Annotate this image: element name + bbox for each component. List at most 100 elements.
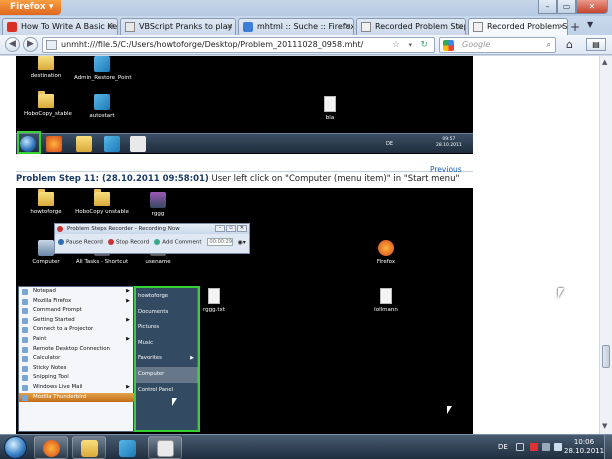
tab-close-icon[interactable]: ✕ xyxy=(226,19,233,34)
mouse-pointer-icon xyxy=(558,288,564,298)
tab-keylogger[interactable]: How To Write A Basic Keyl... ✕ xyxy=(2,18,118,35)
start-menu-item: Paint ▶ xyxy=(19,335,134,345)
windows-taskbar: DE 10:06 28.10.2011 xyxy=(0,434,612,459)
minimize-button[interactable]: – xyxy=(538,0,557,14)
folder-icon xyxy=(38,91,54,108)
recorder-icon xyxy=(157,440,174,457)
divider xyxy=(16,171,473,172)
url-text: unmht:///file.5/C:/Users/howtoforge/Desk… xyxy=(61,40,364,49)
start-button[interactable] xyxy=(4,436,27,459)
explorer-icon xyxy=(76,136,92,152)
desktop-icon: Admin_Restore_Point xyxy=(74,56,132,82)
start-menu-programs: Notepad ▶ Mozilla Firefox ▶ Command Prompt… xyxy=(19,287,134,403)
folder-icon xyxy=(38,189,54,206)
bookmark-star-icon[interactable]: ☆ xyxy=(392,38,400,52)
taskbar-clock[interactable]: 10:06 28.10.2011 xyxy=(564,438,604,456)
bookmarks-button[interactable]: ▤ xyxy=(586,38,606,51)
network-icon[interactable] xyxy=(542,443,550,451)
submenu-arrow-icon: ▶ xyxy=(126,383,130,390)
language-indicator[interactable]: DE xyxy=(498,443,508,451)
tab-close-icon[interactable]: ✕ xyxy=(344,19,351,34)
step-screenshot-previous: destination Admin_Restore_Point HoboCopy… xyxy=(16,56,473,154)
tab-close-icon[interactable]: ✕ xyxy=(558,19,565,34)
history-dropdown-icon[interactable]: ▾ xyxy=(408,38,412,52)
site-identity-icon[interactable] xyxy=(46,40,57,50)
language-indicator: DE xyxy=(386,141,394,147)
google-icon[interactable] xyxy=(443,40,454,51)
reload-icon[interactable]: ↻ xyxy=(420,38,428,52)
desktop-icon: howtoforge xyxy=(28,189,64,216)
mouse-cursor-icon xyxy=(172,398,177,406)
navigation-toolbar: ◀ ▶ unmht:///file.5/C:/Users/howtoforge/… xyxy=(0,35,612,55)
show-desktop-button[interactable] xyxy=(604,435,612,459)
home-icon[interactable]: ⌂ xyxy=(566,38,573,51)
start-menu-item: Getting Started ▶ xyxy=(19,316,134,326)
tab-vbscript[interactable]: VBScript Pranks to play on... ✕ xyxy=(120,18,236,35)
recorder-icon xyxy=(130,136,146,152)
taskbar-steps-recorder[interactable] xyxy=(148,436,182,459)
computer-icon xyxy=(38,240,54,256)
tab-label: Recorded Problem Steps xyxy=(487,22,568,31)
start-menu-item: Mozilla Firefox ▶ xyxy=(19,297,134,307)
tab-close-icon[interactable]: ✕ xyxy=(108,19,115,34)
recorder-toolbar: Pause Record Stop Record Add Comment 00:… xyxy=(55,234,249,250)
tab-label: VBScript Pranks to play on... xyxy=(139,22,235,31)
app-icon xyxy=(104,136,120,152)
recorder-titlebar: Problem Steps Recorder - Recording Now –… xyxy=(55,224,249,234)
page-icon xyxy=(125,22,135,32)
start-menu-item: Sticky Notes xyxy=(19,364,134,374)
search-icon[interactable]: ⌕ xyxy=(547,38,551,52)
clock-date: 28.10.2011 xyxy=(564,447,605,455)
app-icon xyxy=(119,440,136,457)
desktop-icon: HoboCopy unstable xyxy=(74,189,130,216)
step-text: User left click on "Computer (menu item)… xyxy=(211,174,460,184)
vertical-scrollbar[interactable]: ▲ ▼ xyxy=(599,56,612,434)
tab-mhtml-search[interactable]: mhtml :: Suche :: Firefox A... ✕ xyxy=(238,18,354,35)
stop-icon xyxy=(107,238,114,245)
desktop-icon: rggg xyxy=(140,192,176,218)
desktop-icon: destination xyxy=(28,56,64,80)
tab-label: mhtml :: Suche :: Firefox A... xyxy=(257,22,354,31)
volume-icon[interactable] xyxy=(554,443,562,451)
pause-icon xyxy=(58,238,64,245)
scroll-up-icon[interactable]: ▲ xyxy=(602,58,607,66)
forward-button[interactable]: ▶ xyxy=(23,37,38,52)
back-button[interactable]: ◀ xyxy=(5,37,20,52)
addon-icon xyxy=(243,22,253,32)
app-icon xyxy=(94,56,110,72)
file-icon xyxy=(380,288,392,304)
add-comment-button: Add Comment xyxy=(154,238,202,245)
page-icon xyxy=(7,22,17,32)
new-tab-icon[interactable]: + xyxy=(570,20,580,34)
desktop-icon: rggg.txt xyxy=(196,288,232,314)
action-center-icon[interactable] xyxy=(530,443,538,451)
tab-close-icon[interactable]: ✕ xyxy=(456,19,463,34)
previous-link[interactable]: Previous xyxy=(430,165,462,174)
search-placeholder: Google xyxy=(462,40,491,49)
comment-icon xyxy=(154,238,161,245)
taskbar-app[interactable] xyxy=(110,436,144,459)
url-bar[interactable]: unmht:///file.5/C:/Users/howtoforge/Desk… xyxy=(42,37,435,53)
list-all-tabs-icon[interactable]: ▼ xyxy=(587,20,593,29)
start-menu-item: Calculator xyxy=(19,354,134,364)
tab-recorded-steps-1[interactable]: Recorded Problem Steps ✕ xyxy=(356,18,466,35)
close-icon: ✕ xyxy=(237,225,247,232)
mini-clock: 09:57 28.10.2011 xyxy=(436,137,462,148)
recorder-timer: 00:00:29 xyxy=(206,238,233,246)
firefox-menu-button[interactable]: Firefox ▾ xyxy=(0,0,61,15)
show-hidden-icons-icon[interactable] xyxy=(516,443,524,451)
scroll-down-icon[interactable]: ▼ xyxy=(602,422,607,430)
close-button[interactable]: ✕ xyxy=(576,0,608,14)
desktop-icon: HoboCopy_stable xyxy=(24,91,72,118)
submenu-arrow-icon: ▶ xyxy=(126,288,130,294)
maximize-button[interactable]: ▭ xyxy=(557,0,576,14)
submenu-arrow-icon: ▶ xyxy=(126,297,130,304)
page-icon xyxy=(361,22,371,32)
search-input[interactable]: Google ⌕ xyxy=(439,37,556,53)
tab-recorded-steps-2[interactable]: Recorded Problem Steps ✕ xyxy=(468,18,568,35)
scrollbar-thumb[interactable] xyxy=(602,345,610,368)
step-heading: Problem Step 11: (28.10.2011 09:58:01) xyxy=(16,174,209,184)
taskbar-explorer[interactable] xyxy=(72,436,106,459)
start-menu-item-highlighted: Mozilla Thunderbird xyxy=(19,392,134,403)
taskbar-firefox[interactable] xyxy=(34,436,68,459)
